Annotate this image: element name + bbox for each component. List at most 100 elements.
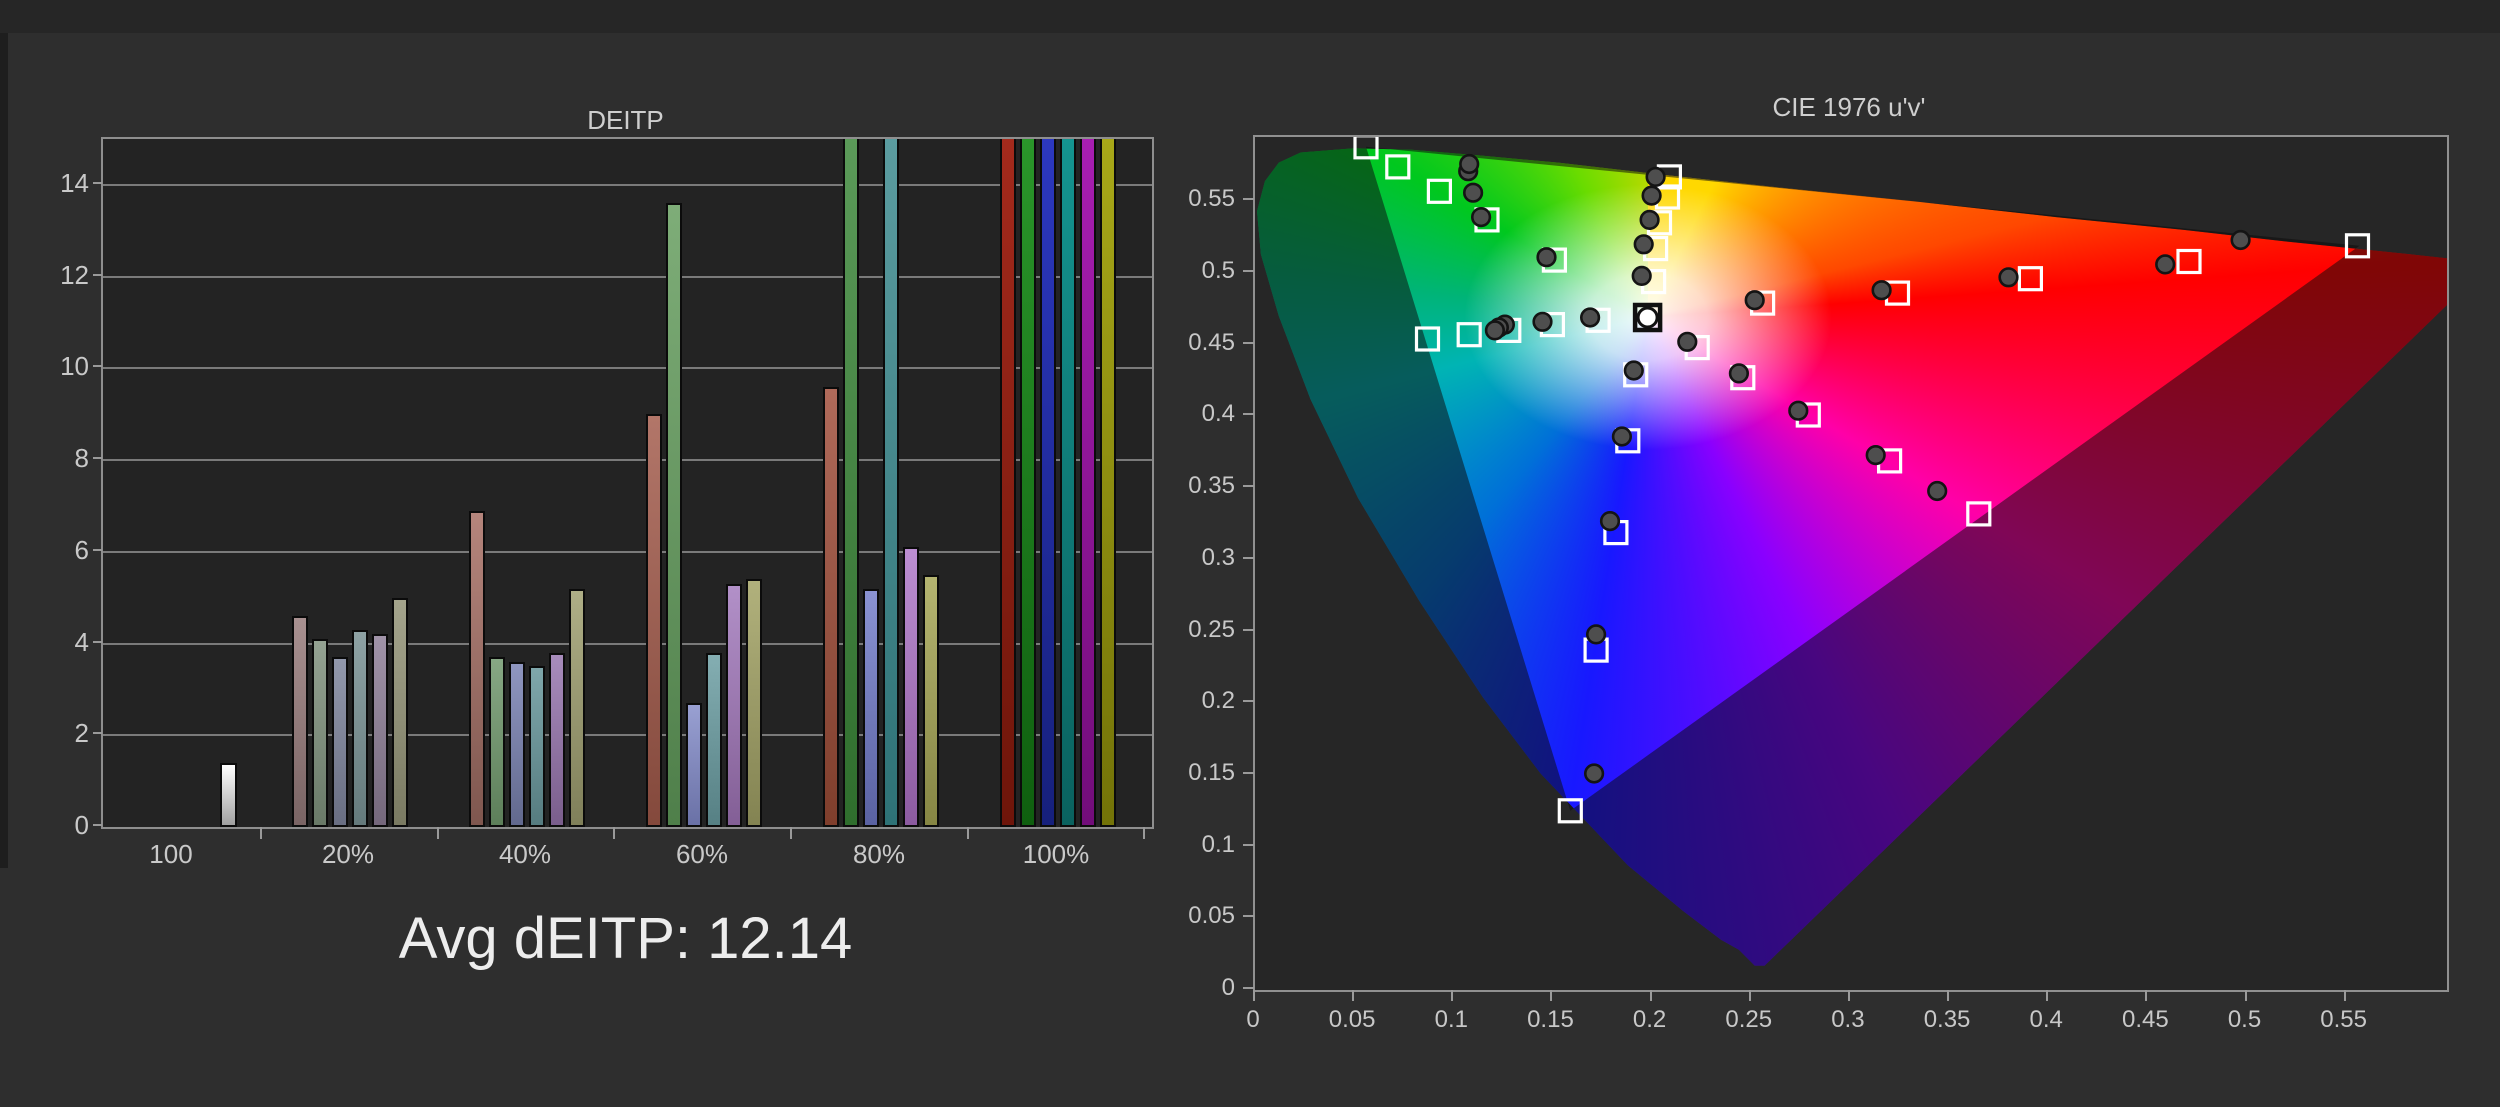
measurement-dot-magenta-40 bbox=[1730, 365, 1748, 383]
y-axis-tick bbox=[93, 274, 102, 276]
bar-80%-green bbox=[843, 137, 859, 827]
bar-100%-blue bbox=[1040, 137, 1056, 827]
bar-100-white bbox=[220, 763, 237, 827]
measurement-dot-yellow-20 bbox=[1633, 267, 1651, 285]
measurement-dot-red-40 bbox=[1873, 281, 1891, 299]
bar-40%-blue bbox=[509, 662, 525, 827]
y-axis-label-10: 10 bbox=[29, 351, 89, 382]
cie-y-label-0: 0 bbox=[1165, 974, 1235, 1002]
cie-chart-title: CIE 1976 u'v' bbox=[1253, 92, 2445, 123]
cie-markers-layer bbox=[1255, 137, 2447, 990]
calibration-report: DEITP 0246810121410020%40%60%80%100% Avg… bbox=[0, 0, 2500, 1107]
bar-20%-yellow bbox=[392, 598, 408, 827]
bar-60%-magenta bbox=[726, 584, 742, 827]
cie-x-label-0: 0 bbox=[1208, 1006, 1298, 1034]
cie-x-label-0.45: 0.45 bbox=[2100, 1006, 2190, 1034]
bar-80%-magenta bbox=[903, 547, 919, 827]
cie-x-label-0.2: 0.2 bbox=[1605, 1006, 1695, 1034]
cie-y-tick bbox=[1243, 844, 1254, 846]
measurement-dot-red-60 bbox=[2000, 269, 2018, 287]
cie-x-tick bbox=[1749, 990, 1751, 1001]
gridline-12 bbox=[103, 276, 1152, 278]
measurement-dot-yellow-100 bbox=[1647, 168, 1665, 186]
measurement-dot-magenta-100 bbox=[1928, 482, 1946, 500]
y-axis-label-12: 12 bbox=[29, 260, 89, 291]
y-axis-tick bbox=[93, 182, 102, 184]
bar-100%-cyan bbox=[1060, 137, 1076, 827]
target-square-cyan-80 bbox=[1458, 324, 1480, 346]
cie-x-tick bbox=[1947, 990, 1949, 1001]
cie-x-tick bbox=[1451, 990, 1453, 1001]
cie-x-tick bbox=[2344, 990, 2346, 1001]
y-axis-label-0: 0 bbox=[29, 810, 89, 841]
measurement-dot-red-20 bbox=[1746, 291, 1764, 309]
target-square-red-80 bbox=[2178, 251, 2200, 273]
gridline-14 bbox=[103, 184, 1152, 186]
cie-x-tick bbox=[2245, 990, 2247, 1001]
cie-plot-area bbox=[1253, 135, 2449, 992]
cie-y-tick bbox=[1243, 557, 1254, 559]
measurement-dot-blue-80 bbox=[1587, 626, 1605, 644]
target-square-red-60 bbox=[2019, 268, 2041, 290]
cie-x-label-0.15: 0.15 bbox=[1505, 1006, 1595, 1034]
y-axis-label-4: 4 bbox=[29, 627, 89, 658]
cie-y-tick bbox=[1243, 413, 1254, 415]
cie-x-tick bbox=[1848, 990, 1850, 1001]
cie-x-label-0.05: 0.05 bbox=[1307, 1006, 1397, 1034]
gridline-4 bbox=[103, 643, 1152, 645]
y-axis-tick bbox=[93, 824, 102, 826]
cie-x-tick bbox=[2046, 990, 2048, 1001]
cie-y-tick bbox=[1243, 629, 1254, 631]
gridline-8 bbox=[103, 459, 1152, 461]
x-axis-tick bbox=[967, 827, 969, 839]
cie-x-label-0.55: 0.55 bbox=[2299, 1006, 2389, 1034]
bar-40%-red bbox=[469, 511, 485, 827]
cie-x-tick bbox=[1352, 990, 1354, 1001]
bar-20%-blue bbox=[332, 657, 348, 827]
window-left-band bbox=[0, 33, 8, 868]
y-axis-label-6: 6 bbox=[29, 535, 89, 566]
x-axis-label-100%: 100% bbox=[976, 839, 1136, 870]
measurement-dot-green-60 bbox=[1464, 184, 1482, 202]
deitp-plot-area bbox=[101, 137, 1154, 829]
bar-60%-yellow bbox=[746, 579, 762, 827]
y-axis-tick bbox=[93, 549, 102, 551]
measurement-dot-yellow-80 bbox=[1643, 187, 1661, 205]
cie-y-label-0.5: 0.5 bbox=[1165, 257, 1235, 285]
measurement-dot-blue-60 bbox=[1601, 512, 1619, 530]
x-axis-tick bbox=[613, 827, 615, 839]
y-axis-tick bbox=[93, 732, 102, 734]
measurement-dot-red-100 bbox=[2232, 231, 2250, 249]
bar-100%-yellow bbox=[1100, 137, 1116, 827]
bar-20%-red bbox=[292, 616, 308, 827]
x-axis-label-20%: 20% bbox=[268, 839, 428, 870]
bar-80%-blue bbox=[863, 589, 879, 828]
y-axis-label-8: 8 bbox=[29, 443, 89, 474]
target-square-green-80 bbox=[1387, 156, 1409, 178]
cie-y-tick bbox=[1243, 772, 1254, 774]
cie-y-tick bbox=[1243, 700, 1254, 702]
cie-y-label-0.4: 0.4 bbox=[1165, 400, 1235, 428]
cie-x-tick bbox=[1253, 990, 1255, 1001]
cie-x-tick bbox=[1550, 990, 1552, 1001]
cie-x-label-0.4: 0.4 bbox=[2001, 1006, 2091, 1034]
cie-x-tick bbox=[2145, 990, 2147, 1001]
bar-80%-red bbox=[823, 387, 839, 827]
cie-y-tick bbox=[1243, 485, 1254, 487]
cie-y-tick bbox=[1243, 342, 1254, 344]
bar-20%-magenta bbox=[372, 634, 388, 827]
cie-y-tick bbox=[1243, 270, 1254, 272]
cie-x-label-0.1: 0.1 bbox=[1406, 1006, 1496, 1034]
measurement-dot-cyan-40 bbox=[1534, 313, 1552, 331]
measurement-dot-magenta-80 bbox=[1867, 446, 1885, 464]
bar-60%-blue bbox=[686, 703, 702, 827]
bar-20%-green bbox=[312, 639, 328, 827]
x-axis-label-40%: 40% bbox=[445, 839, 605, 870]
bar-60%-cyan bbox=[706, 653, 722, 827]
x-axis-label-100: 100 bbox=[91, 839, 251, 870]
gamut-dim-overlay bbox=[1257, 147, 2447, 966]
cie-x-label-0.3: 0.3 bbox=[1803, 1006, 1893, 1034]
bar-40%-yellow bbox=[569, 589, 585, 828]
y-axis-tick bbox=[93, 641, 102, 643]
x-axis-label-80%: 80% bbox=[799, 839, 959, 870]
